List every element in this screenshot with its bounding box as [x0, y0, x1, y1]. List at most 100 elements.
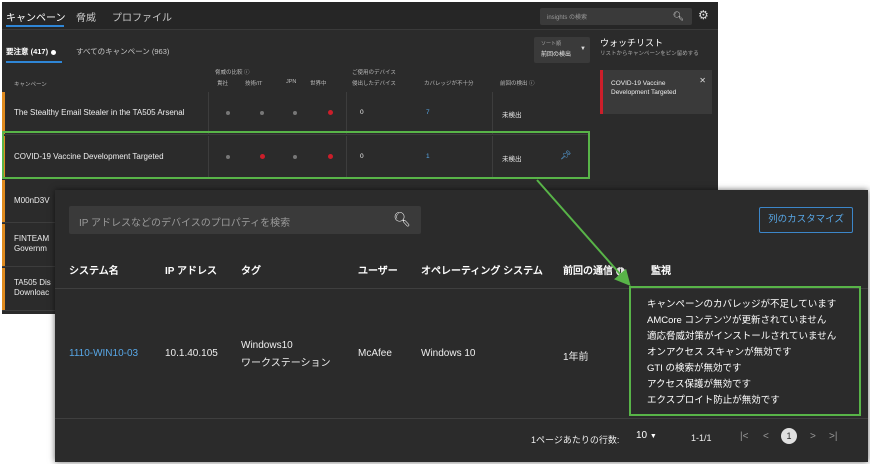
tab-threats[interactable]: 脅威 — [76, 9, 96, 24]
severity-stripe — [2, 92, 5, 134]
header-monitor[interactable]: 監視 — [651, 262, 671, 277]
divider — [208, 92, 209, 134]
header-tech[interactable]: 技術/IT — [245, 79, 262, 87]
global-indicator — [328, 110, 333, 115]
campaign-row[interactable]: The Stealthy Email Stealer in the TA505 … — [2, 92, 588, 135]
watchlist-card[interactable]: COVID-19 Vaccine Development Targeted ✕ — [600, 70, 712, 114]
monitor-item: AMCore コンテンツが更新されていません — [647, 315, 827, 326]
screenshot-stage: キャンペーン 脅威 プロファイル insights の検索 🔍︎ ⚙ 要注意 (… — [0, 0, 870, 464]
device-tag: ワークステーション — [241, 358, 331, 369]
prev-page-icon[interactable]: < — [763, 431, 769, 442]
highlight-campaign-row — [2, 131, 590, 179]
header-os[interactable]: オペレーティング システム — [421, 262, 543, 277]
device-ip: 10.1.40.105 — [165, 348, 218, 359]
customize-columns-button[interactable]: 列のカスタマイズ — [759, 207, 853, 233]
search-icon[interactable]: 🔍︎ — [673, 11, 684, 22]
caret-down-icon: ▼ — [649, 433, 657, 440]
header-system-name[interactable]: システム名 — [69, 262, 119, 277]
info-icon[interactable]: ⓘ — [529, 81, 535, 87]
top-nav-bar: キャンペーン 脅威 プロファイル insights の検索 🔍︎ ⚙ — [2, 2, 718, 30]
devices-window: IP アドレスなどのデバイスのプロパティを検索 🔍︎ 列のカスタマイズ システム… — [55, 190, 868, 462]
next-page-icon[interactable]: > — [810, 431, 816, 442]
last-page-icon[interactable]: >| — [829, 431, 837, 442]
page-range: 1-1/1 — [691, 433, 712, 443]
device-system-name[interactable]: 1110-WIN10-03 — [69, 348, 138, 359]
info-icon[interactable]: i — [616, 267, 625, 276]
active-tab-indicator — [6, 25, 64, 27]
device-search-placeholder: IP アドレスなどのデバイスのプロパティを検索 — [79, 218, 291, 229]
rows-per-page-label: 1ページあたりの行数: — [531, 435, 620, 445]
header-user[interactable]: ユーザー — [358, 262, 398, 277]
campaign-name[interactable]: The Stealthy Email Stealer in the TA505 … — [14, 108, 184, 117]
campaign-name-cont: Downloac — [14, 288, 50, 297]
caret-down-icon: ▼ — [580, 46, 586, 52]
header-industry[interactable]: 貴社 — [217, 79, 228, 87]
sort-label: ソート順 — [541, 41, 562, 47]
tab-all-campaigns[interactable]: すべてのキャンペーン (963) — [76, 46, 169, 57]
monitor-item: エクスプロイト防止が無効です — [647, 395, 780, 406]
close-icon[interactable]: ✕ — [699, 76, 706, 85]
header-jpn[interactable]: JPN — [286, 79, 296, 85]
device-search-input[interactable]: IP アドレスなどのデバイスのプロパティを検索 🔍︎ — [69, 206, 421, 234]
header-campaign[interactable]: キャンペーン — [14, 80, 47, 88]
monitor-item: キャンペーンのカバレッジが不足しています — [647, 299, 837, 310]
monitor-item: アクセス保護が無効です — [647, 379, 752, 390]
page-current[interactable]: 1 — [781, 428, 797, 444]
tab-profile[interactable]: プロファイル — [112, 9, 172, 24]
tab-attention-label: 要注意 (417) — [6, 47, 49, 56]
watchlist-subtitle: リストからキャンペーンをピン留めする — [600, 51, 699, 57]
last-comm-label: 前回の通信 — [563, 266, 613, 277]
divider — [346, 92, 347, 134]
severity-stripe — [2, 268, 5, 310]
device-tag: Windows10 — [241, 340, 293, 351]
header-device-title: ご使用のデバイス — [352, 70, 396, 76]
info-icon[interactable]: ⓘ — [244, 70, 250, 76]
search-placeholder: insights の検索 — [547, 15, 588, 21]
active-subtab-indicator — [6, 61, 62, 63]
header-last-comm[interactable]: 前回の通信 i — [563, 262, 625, 277]
tab-campaigns[interactable]: キャンペーン — [6, 9, 66, 24]
campaign-name[interactable]: FINTEAM — [14, 234, 49, 243]
divider — [492, 92, 493, 134]
last-detected-label: 前回の検出 — [500, 81, 528, 87]
monitor-item: GTI の検索が無効です — [647, 363, 742, 374]
campaign-name-cont: Governm — [14, 244, 47, 253]
campaign-name[interactable]: TA505 Dis — [14, 278, 51, 287]
severity-stripe — [2, 224, 5, 266]
monitor-item: オンアクセス スキャンが無効です — [647, 347, 792, 358]
industry-indicator — [226, 111, 230, 115]
header-global[interactable]: 世界中 — [310, 79, 327, 87]
device-user: McAfee — [358, 348, 392, 359]
gear-icon[interactable]: ⚙ — [698, 8, 709, 22]
rows-per-page-select[interactable]: 10 ▼ — [636, 430, 657, 441]
severity-stripe — [2, 180, 5, 222]
detected-devices-value: 0 — [360, 109, 364, 116]
rows-per-page-value: 10 — [636, 430, 648, 441]
header-tag[interactable]: タグ — [241, 262, 261, 277]
attention-dot-icon — [51, 49, 57, 55]
first-page-icon[interactable]: |< — [740, 431, 748, 442]
monitor-item: 適応脅威対策がインストールされていません — [647, 331, 837, 342]
tab-attention[interactable]: 要注意 (417) — [6, 46, 57, 57]
last-detected-value: 未検出 — [502, 112, 522, 119]
divider — [55, 418, 868, 419]
header-ip[interactable]: IP アドレス — [165, 262, 217, 277]
sort-dropdown[interactable]: ソート順 前回の検出 ▼ — [534, 37, 590, 63]
campaign-name[interactable]: M00nD3V — [14, 196, 50, 205]
header-detected-devices[interactable]: 侵出したデバイス — [352, 79, 396, 87]
header-coverage-low[interactable]: カバレッジが不十分 — [424, 79, 474, 87]
search-icon[interactable]: 🔍︎ — [393, 211, 411, 228]
watchlist-title: ウォッチリスト — [600, 38, 664, 48]
jpn-indicator — [293, 111, 297, 115]
threat-compare-label: 脅威の比較 — [215, 70, 243, 76]
sort-value: 前回の検出 — [541, 52, 572, 58]
header-threat-compare: 脅威の比較 ⓘ — [215, 68, 250, 76]
device-last-comm: 1年前 — [563, 352, 589, 363]
monitor-status-box: キャンペーンのカバレッジが不足しています AMCore コンテンツが更新されてい… — [629, 286, 861, 416]
coverage-value[interactable]: 7 — [426, 109, 430, 116]
insights-search-input[interactable]: insights の検索 🔍︎ — [540, 8, 692, 25]
tech-indicator — [260, 111, 264, 115]
device-os: Windows 10 — [421, 348, 476, 359]
watchlist-card-title[interactable]: COVID-19 Vaccine Development Targeted — [611, 79, 695, 97]
header-last-detected[interactable]: 前回の検出 ⓘ — [500, 79, 535, 87]
